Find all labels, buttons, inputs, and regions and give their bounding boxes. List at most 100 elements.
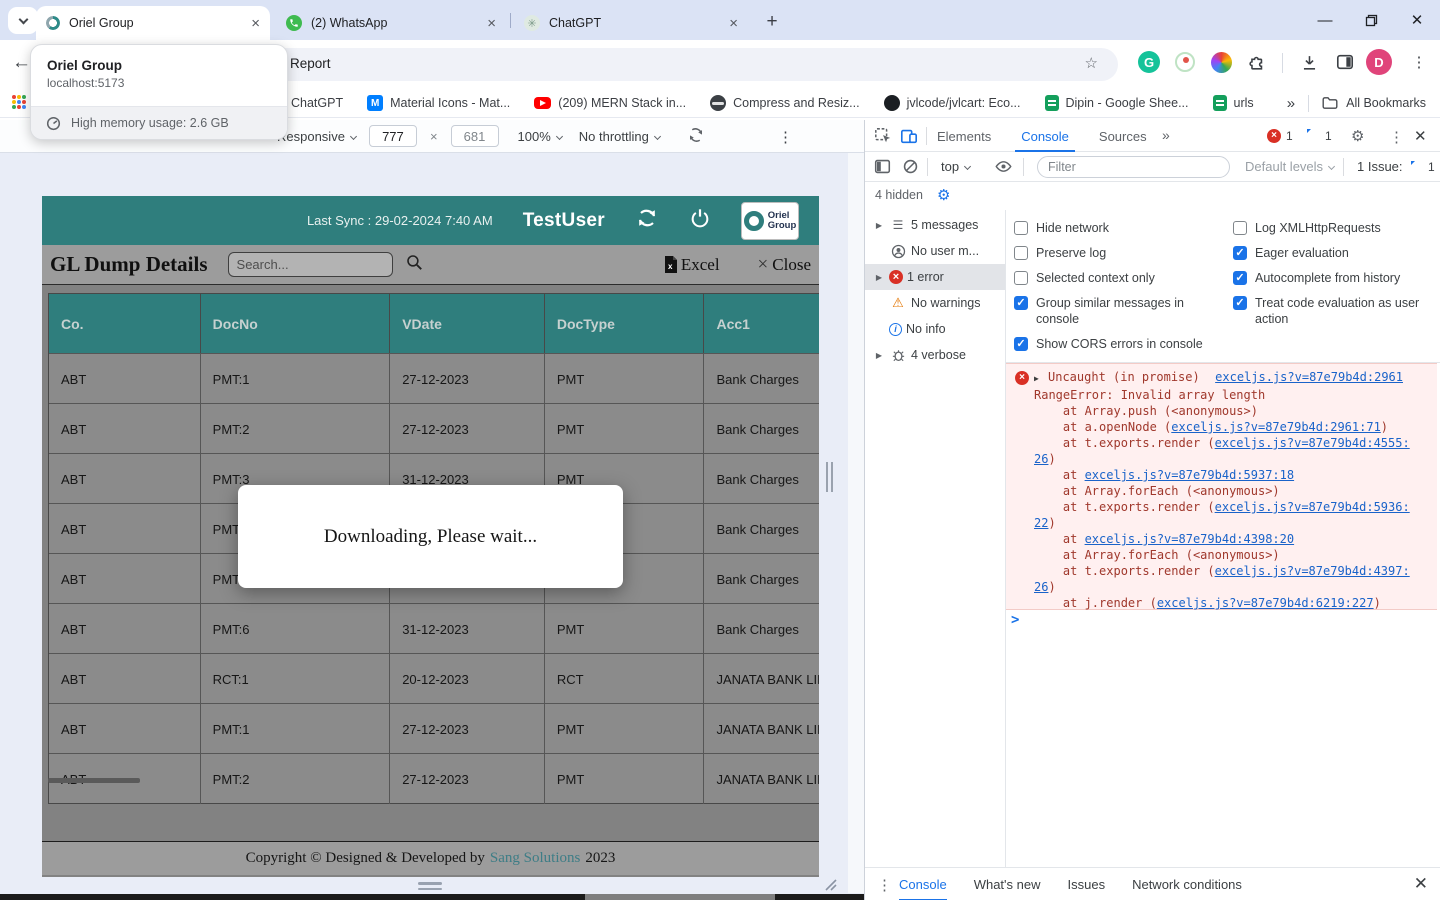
live-expression-eye-icon[interactable]	[995, 159, 1012, 177]
throttling-select[interactable]: No throttling	[579, 129, 660, 144]
checkbox-checked-icon[interactable]: ✓	[1014, 337, 1028, 351]
tab-search-button[interactable]	[8, 7, 38, 34]
bookmarks-overflow-icon[interactable]: »	[1287, 95, 1295, 112]
drawer-menu-icon[interactable]: ⋮	[877, 876, 892, 894]
device-toolbar-toggle-icon[interactable]	[900, 127, 918, 148]
expand-arrow-icon[interactable]: ▶	[873, 273, 885, 282]
apps-grid-icon[interactable]	[12, 95, 28, 111]
extensions-puzzle-icon[interactable]	[1244, 49, 1270, 75]
refresh-icon[interactable]	[635, 206, 659, 235]
console-filter-warning[interactable]: ⚠No warnings	[865, 290, 1005, 316]
console-setting[interactable]: ✓Show CORS errors in console	[1014, 336, 1221, 352]
table-horizontal-scrollbar[interactable]	[48, 778, 140, 783]
stack-link[interactable]: exceljs.js?v=87e79b4d:2961	[1215, 369, 1403, 385]
stack-link[interactable]: exceljs.js?v=87e79b4d:6219:227	[1157, 596, 1374, 610]
grammarly-extension-icon[interactable]: G	[1136, 49, 1162, 75]
devtools-close-icon[interactable]: ✕	[1414, 127, 1427, 145]
console-prompt-icon[interactable]: >	[1011, 612, 1019, 628]
colorwheel-extension-icon[interactable]	[1208, 49, 1234, 75]
devtools-tab-elements[interactable]: Elements	[937, 120, 991, 152]
context-selector[interactable]: top	[941, 159, 970, 174]
target-extension-icon[interactable]	[1172, 49, 1198, 75]
device-zoom-select[interactable]: 100%	[518, 129, 562, 144]
console-setting[interactable]: Preserve log	[1014, 245, 1221, 261]
profile-avatar[interactable]: D	[1366, 49, 1392, 75]
all-bookmarks-button[interactable]: All Bookmarks	[1322, 96, 1426, 110]
emulation-scrollbar-track[interactable]	[848, 153, 864, 893]
power-icon[interactable]	[689, 207, 711, 234]
close-window-button[interactable]: ✕	[1394, 0, 1440, 40]
tab-whatsapp[interactable]: (2) WhatsApp ×	[276, 6, 506, 40]
devtools-tab-sources[interactable]: Sources	[1099, 120, 1147, 152]
console-sidebar-toggle-icon[interactable]	[874, 158, 891, 178]
log-levels-selector[interactable]: Default levels	[1245, 159, 1334, 174]
bookmark-star-icon[interactable]: ☆	[1085, 54, 1098, 72]
new-tab-button[interactable]: +	[758, 8, 786, 36]
expand-arrow-icon[interactable]: ▶	[1034, 371, 1048, 387]
bottom-scrollbar-thumb[interactable]	[585, 894, 775, 900]
stack-link[interactable]: exceljs.js?v=87e79b4d:5937:18	[1085, 468, 1295, 482]
close-report-button[interactable]: × Close	[758, 254, 811, 276]
checkbox-checked-icon[interactable]: ✓	[1233, 246, 1247, 260]
console-setting[interactable]: ✓Autocomplete from history	[1233, 270, 1440, 286]
bookmark-item[interactable]: jvlcode/jvlcart: Eco...	[884, 95, 1021, 111]
console-filter-error[interactable]: ▶×1 error	[865, 264, 1005, 290]
restore-button[interactable]	[1348, 0, 1394, 40]
rotate-viewport-icon[interactable]	[687, 126, 705, 147]
device-mode-select[interactable]: Responsive	[277, 129, 356, 144]
back-button[interactable]: ←	[12, 52, 31, 74]
console-filter-verbose[interactable]: ▶4 verbose	[865, 342, 1005, 368]
browser-menu-icon[interactable]: ⋮	[1406, 49, 1432, 75]
checkbox-icon[interactable]	[1233, 221, 1247, 235]
minimize-button[interactable]: —	[1302, 0, 1348, 40]
console-filter-input[interactable]	[1037, 156, 1230, 178]
stack-link[interactable]: 26	[1034, 580, 1048, 594]
expand-arrow-icon[interactable]: ▶	[873, 351, 885, 360]
console-filter-list[interactable]: ▶☰5 messages	[865, 212, 1005, 238]
tab-chatgpt[interactable]: ✳ ChatGPT ×	[514, 6, 748, 40]
console-filter-user[interactable]: No user m...	[865, 238, 1005, 264]
tab-close-icon[interactable]: ×	[487, 16, 496, 31]
console-setting[interactable]: Hide network	[1014, 220, 1221, 236]
downloads-icon[interactable]	[1296, 49, 1322, 75]
viewport-resize-handle[interactable]	[418, 882, 442, 890]
tab-close-icon[interactable]: ×	[729, 16, 738, 31]
drawer-close-icon[interactable]: ✕	[1414, 874, 1428, 894]
console-setting[interactable]: ✓Treat code evaluation as user action	[1233, 295, 1440, 327]
stack-link[interactable]: exceljs.js?v=87e79b4d:4397:	[1215, 564, 1410, 578]
stack-link[interactable]: exceljs.js?v=87e79b4d:5936:	[1215, 500, 1410, 514]
console-filter-info[interactable]: iNo info	[865, 316, 1005, 342]
bookmark-item[interactable]: MMaterial Icons - Mat...	[367, 95, 510, 111]
console-settings-gear-icon[interactable]: ⚙	[937, 186, 950, 204]
bookmark-item[interactable]: Compress and Resiz...	[710, 95, 859, 111]
console-setting[interactable]: Selected context only	[1014, 270, 1221, 286]
devtools-menu-icon[interactable]: ⋮	[1389, 128, 1404, 146]
stack-link[interactable]: 22	[1034, 516, 1048, 530]
tab-close-icon[interactable]: ×	[251, 16, 260, 31]
search-input[interactable]	[228, 252, 393, 277]
expand-arrow-icon[interactable]: ▶	[873, 221, 885, 230]
inspect-element-icon[interactable]	[874, 127, 892, 148]
clear-console-icon[interactable]	[902, 158, 919, 178]
search-icon[interactable]	[405, 253, 424, 277]
stack-link[interactable]: exceljs.js?v=87e79b4d:4398:20	[1085, 532, 1295, 546]
bookmark-item[interactable]: (209) MERN Stack in...	[534, 96, 686, 110]
devtools-settings-icon[interactable]: ⚙	[1351, 127, 1364, 145]
checkbox-checked-icon[interactable]: ✓	[1233, 296, 1247, 310]
device-height-input[interactable]	[451, 125, 499, 147]
stack-link[interactable]: exceljs.js?v=87e79b4d:2961:71	[1171, 420, 1381, 434]
drawer-tab-issues[interactable]: Issues	[1068, 868, 1106, 900]
tab-oriel-group[interactable]: Oriel Group ×	[36, 6, 270, 40]
drawer-tab-network-conditions[interactable]: Network conditions	[1132, 868, 1242, 900]
device-toolbar-menu-icon[interactable]: ⋮	[778, 128, 793, 146]
checkbox-checked-icon[interactable]: ✓	[1014, 296, 1028, 310]
issues-label[interactable]: 1 Issue:	[1357, 159, 1403, 174]
drawer-tab-console[interactable]: Console	[899, 868, 947, 900]
bookmark-item[interactable]: urls	[1213, 95, 1254, 111]
devtools-tab-console[interactable]: Console	[1021, 120, 1069, 152]
checkbox-checked-icon[interactable]: ✓	[1233, 271, 1247, 285]
checkbox-icon[interactable]	[1014, 271, 1028, 285]
console-setting[interactable]: ✓Group similar messages in console	[1014, 295, 1221, 327]
footer-link[interactable]: Sang Solutions	[490, 850, 580, 867]
checkbox-icon[interactable]	[1014, 246, 1028, 260]
